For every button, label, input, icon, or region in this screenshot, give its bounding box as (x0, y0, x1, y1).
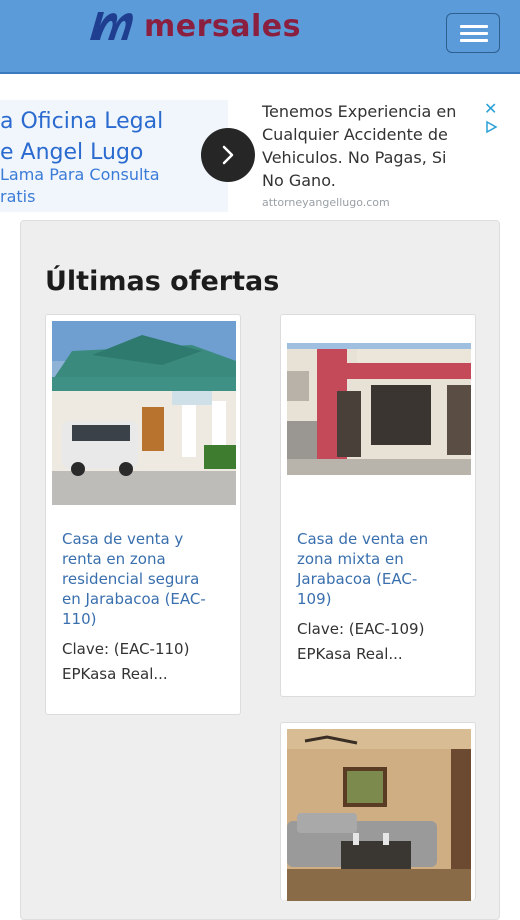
listing-card[interactable]: Casa de venta y renta en zona residencia… (45, 314, 241, 715)
advertisement[interactable]: a Oficina Legal e Angel Lugo Lama Para C… (0, 100, 520, 212)
close-icon[interactable]: ✕ (484, 101, 497, 117)
ad-subtitle-line: Lama Para Consulta (0, 165, 160, 184)
ad-next-button[interactable] (201, 128, 255, 182)
ad-text-line: Vehiculos. No Pagas, Si (262, 148, 447, 167)
listing-title-line: zona mixta en (297, 550, 404, 568)
ad-title[interactable]: a Oficina Legal e Angel Lugo (0, 106, 163, 168)
listing-photo[interactable] (287, 729, 471, 901)
ad-subtitle: Lama Para Consulta ratis (0, 164, 160, 208)
living-room-photo (287, 729, 471, 901)
hamburger-menu-button[interactable] (446, 13, 500, 53)
chevron-right-icon (222, 145, 234, 165)
listing-title-link[interactable]: Casa de venta en zona mixta en Jarabacoa… (297, 529, 428, 609)
ad-body[interactable]: Tenemos Experiencia en Cualquier Acciden… (262, 100, 482, 209)
listing-code: Clave: (EAC-109) (297, 620, 425, 638)
listing-title-line: en Jarabacoa (EAC- (62, 590, 206, 608)
listing-photo[interactable] (287, 321, 471, 505)
listing-agency: EPKasa Real... (297, 645, 403, 663)
listing-photo[interactable] (52, 321, 236, 505)
ad-left-panel[interactable]: a Oficina Legal e Angel Lugo Lama Para C… (0, 100, 228, 212)
ad-url[interactable]: attorneyangellugo.com (262, 196, 482, 209)
adchoices-icon[interactable] (484, 120, 498, 134)
menu-bar-middle (460, 32, 488, 35)
listing-title-line: 109) (297, 590, 332, 608)
brand-name: mersales (144, 8, 301, 44)
listing-code: Clave: (EAC-110) (62, 640, 190, 658)
menu-bar-bottom (460, 39, 488, 42)
ad-subtitle-line: ratis (0, 187, 36, 206)
listing-meta: Clave: (EAC-109) EPKasa Real... (297, 617, 424, 667)
ad-text: Tenemos Experiencia en Cualquier Acciden… (262, 100, 482, 192)
house-photo (52, 321, 236, 505)
ad-text-line: Tenemos Experiencia en (262, 102, 457, 121)
listing-agency: EPKasa Real... (62, 665, 168, 683)
house-photo (287, 321, 471, 505)
listing-card[interactable]: Casa de venta en zona mixta en Jarabacoa… (280, 314, 476, 697)
listing-title-line: 110) (62, 610, 97, 628)
site-header: mersales (0, 0, 520, 74)
site-logo[interactable]: mersales (88, 4, 301, 48)
listing-title-link[interactable]: Casa de venta y renta en zona residencia… (62, 529, 206, 629)
listing-card[interactable] (280, 722, 476, 901)
brand-logo-icon (90, 12, 133, 40)
ad-text-line: Cualquier Accidente de (262, 125, 448, 144)
listing-meta: Clave: (EAC-110) EPKasa Real... (62, 637, 189, 687)
listing-title-line: Jarabacoa (EAC- (297, 570, 418, 588)
section-title: Últimas ofertas (45, 266, 280, 297)
ad-title-line: a Oficina Legal (0, 109, 164, 134)
ad-text-line: No Gano. (262, 171, 336, 190)
listing-title-line: Casa de venta y (62, 530, 184, 548)
listing-title-line: Casa de venta en (297, 530, 429, 548)
listing-title-line: residencial segura (62, 570, 200, 588)
listing-title-line: renta en zona (62, 550, 166, 568)
hamburger-menu-icon (460, 25, 488, 28)
